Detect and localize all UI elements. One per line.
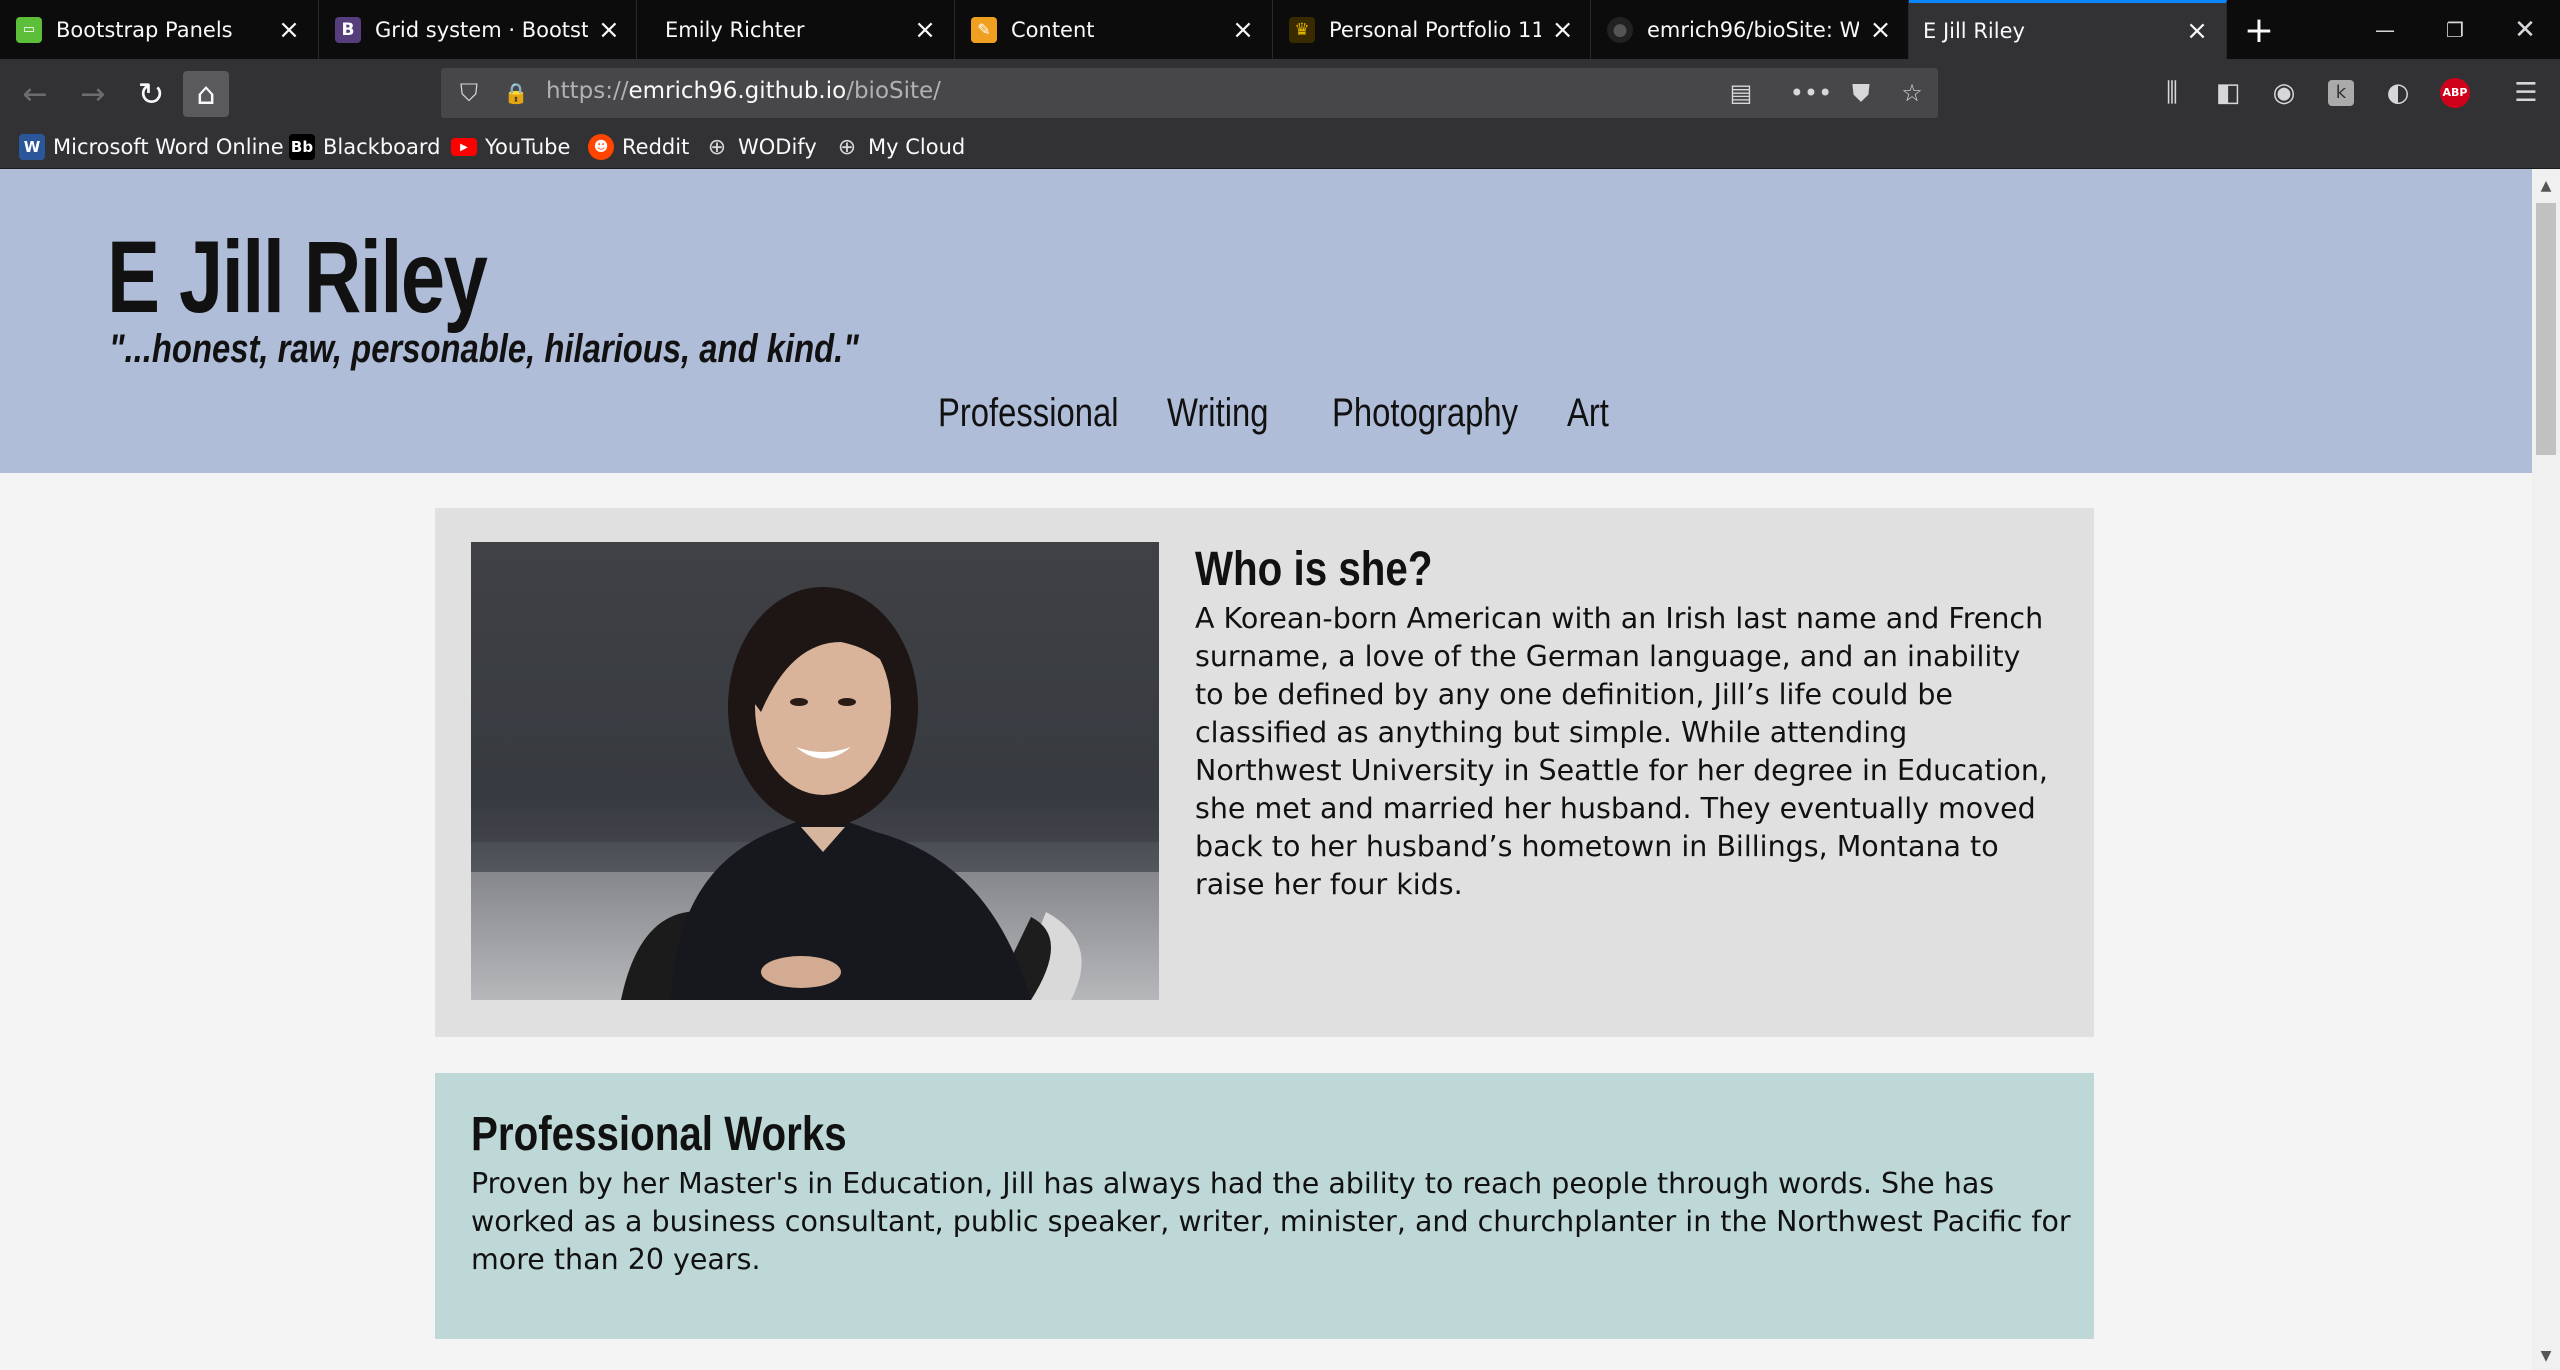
- tab-bootstrap-panels[interactable]: ▭ Bootstrap Panels ×: [0, 0, 319, 59]
- pencil-favicon: ✎: [971, 16, 997, 43]
- close-icon[interactable]: ×: [276, 15, 302, 45]
- tab-label: Content: [1011, 17, 1095, 42]
- nav-link-photography[interactable]: Photography: [1332, 391, 1518, 436]
- site-tagline: "...honest, raw, personable, hilarious, …: [109, 327, 859, 371]
- bookmark-label: WODify: [738, 135, 817, 159]
- account-icon[interactable]: ◉: [2264, 73, 2304, 113]
- tab-label: Emily Richter: [665, 17, 805, 42]
- extension-icon[interactable]: k: [2321, 73, 2361, 113]
- minimize-button[interactable]: —: [2350, 0, 2420, 59]
- tracking-shield-icon[interactable]: ⛉: [449, 73, 489, 113]
- scrollbar-thumb[interactable]: [2536, 203, 2556, 455]
- bookmark-label: Blackboard: [323, 135, 441, 159]
- tab-grid-system[interactable]: B Grid system · Bootstrap ×: [319, 0, 637, 59]
- url-prefix: https://: [546, 78, 629, 104]
- tab-e-jill-riley[interactable]: E Jill Riley ×: [1909, 0, 2227, 59]
- bookmark-label: Microsoft Word Online: [53, 135, 284, 159]
- bookmark-star-icon[interactable]: ☆: [1892, 73, 1932, 113]
- scroll-up-arrow-icon[interactable]: ▲: [2532, 172, 2560, 200]
- tab-personal-portfolio[interactable]: ♛ Personal Portfolio 1126 ×: [1273, 0, 1591, 59]
- sidebar-icon[interactable]: ◧: [2208, 73, 2248, 113]
- tab-label: emrich96/bioSite: WEB: [1647, 17, 1860, 42]
- library-icon[interactable]: ⫼: [2152, 73, 2192, 113]
- bookmark-reddit[interactable]: ☻ Reddit: [588, 131, 689, 163]
- bookmark-label: My Cloud: [868, 135, 966, 159]
- youtube-icon: ▶: [451, 138, 477, 156]
- scroll-down-arrow-icon[interactable]: ▼: [2532, 1342, 2560, 1370]
- back-button[interactable]: ←: [12, 71, 58, 117]
- pocket-icon[interactable]: ⛊: [1841, 73, 1881, 113]
- tab-label: E Jill Riley: [1923, 19, 2025, 43]
- lock-icon[interactable]: 🔒: [496, 73, 536, 113]
- bookmark-youtube[interactable]: ▶ YouTube: [451, 131, 570, 163]
- professional-panel: Professional Works Proven by her Master'…: [435, 1073, 2094, 1339]
- bookmark-blackboard[interactable]: Bb Blackboard: [289, 131, 440, 163]
- bookmark-label: Reddit: [622, 135, 690, 159]
- blackboard-icon: Bb: [289, 134, 315, 160]
- github-favicon: ●: [1607, 16, 1633, 43]
- forward-button[interactable]: →: [70, 71, 116, 117]
- nav-link-professional[interactable]: Professional: [938, 391, 1119, 436]
- tab-strip: ▭ Bootstrap Panels × B Grid system · Boo…: [0, 0, 2560, 59]
- tab-label: Grid system · Bootstrap: [375, 17, 588, 42]
- tab-github-biosite[interactable]: ● emrich96/bioSite: WEB ×: [1591, 0, 1909, 59]
- professional-heading: Professional Works: [471, 1108, 847, 1161]
- nav-link-writing[interactable]: Writing: [1167, 391, 1268, 436]
- who-paragraph: A Korean-born American with an Irish las…: [1195, 602, 2048, 901]
- bootstrap-favicon: B: [335, 16, 361, 43]
- word-icon: W: [19, 134, 45, 160]
- bootstrap-panels-favicon: ▭: [16, 16, 42, 43]
- url-path: /bioSite/: [846, 78, 941, 104]
- who-heading: Who is she?: [1195, 543, 1433, 596]
- new-tab-button[interactable]: +: [2237, 8, 2281, 52]
- close-icon[interactable]: ×: [598, 15, 620, 45]
- tab-emily-richter[interactable]: Emily Richter ×: [637, 0, 955, 59]
- close-window-button[interactable]: ✕: [2490, 0, 2560, 59]
- bookmark-word-online[interactable]: W Microsoft Word Online: [19, 131, 284, 163]
- professional-paragraph: Proven by her Master's in Education, Jil…: [471, 1167, 2071, 1276]
- reload-button[interactable]: ↻: [128, 71, 174, 117]
- portrait-photo: [471, 542, 1159, 1000]
- close-icon[interactable]: ×: [2184, 16, 2210, 46]
- reader-view-icon[interactable]: ▤: [1721, 73, 1761, 113]
- tab-content[interactable]: ✎ Content ×: [955, 0, 1273, 59]
- university-favicon: ♛: [1289, 16, 1315, 43]
- page-actions-icon[interactable]: •••: [1790, 73, 1832, 113]
- adblock-plus-icon[interactable]: ABP: [2435, 73, 2475, 113]
- who-panel: Who is she? A Korean-born American with …: [435, 508, 2094, 1037]
- close-icon[interactable]: ×: [1551, 15, 1574, 45]
- site-title: E Jill Riley: [107, 220, 488, 334]
- url-text[interactable]: https://emrich96.github.io/bioSite/: [546, 78, 941, 104]
- url-domain: emrich96.github.io: [628, 78, 847, 104]
- close-icon[interactable]: ×: [1869, 15, 1892, 45]
- page-viewport: E Jill Riley "...honest, raw, personable…: [0, 169, 2532, 1370]
- bookmark-my-cloud[interactable]: ⊕ My Cloud: [834, 131, 965, 163]
- portrait-image: [471, 542, 1159, 1000]
- bookmark-label: YouTube: [485, 135, 571, 159]
- home-button[interactable]: ⌂: [183, 71, 229, 117]
- reddit-icon: ☻: [588, 134, 614, 160]
- bookmark-wodify[interactable]: ⊕ WODify: [704, 131, 817, 163]
- restore-button[interactable]: ❐: [2420, 0, 2490, 59]
- globe-icon: ⊕: [837, 134, 857, 160]
- tampermonkey-icon[interactable]: ◐: [2378, 73, 2418, 113]
- site-header: E Jill Riley "...honest, raw, personable…: [0, 169, 2532, 473]
- tab-label: Personal Portfolio 1126: [1329, 17, 1542, 42]
- globe-icon: ⊕: [707, 134, 727, 160]
- close-icon[interactable]: ×: [912, 15, 938, 45]
- tab-label: Bootstrap Panels: [56, 17, 233, 42]
- nav-link-art[interactable]: Art: [1567, 391, 1609, 436]
- close-icon[interactable]: ×: [1230, 15, 1256, 45]
- menu-icon[interactable]: ☰: [2506, 73, 2546, 113]
